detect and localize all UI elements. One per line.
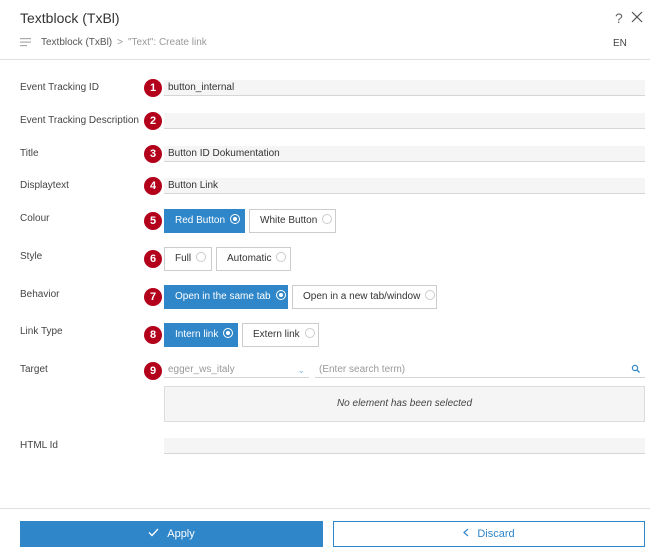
- event-tracking-description-input[interactable]: [164, 113, 645, 129]
- option-label: Full: [175, 253, 192, 264]
- radio-selected-icon: [223, 328, 234, 339]
- html-id-input[interactable]: [164, 438, 645, 454]
- check-icon: [148, 528, 159, 537]
- option-label: Automatic: [227, 253, 272, 264]
- menu-icon: [20, 38, 31, 47]
- title-label: Title: [20, 148, 39, 159]
- target-site-value: egger_ws_italy: [168, 364, 235, 375]
- target-site-select[interactable]: egger_ws_italy ⌄: [164, 362, 309, 378]
- step-badge-2: 2: [144, 112, 162, 130]
- displaytext-label: Displaytext: [20, 180, 69, 191]
- event-tracking-id-input[interactable]: button_internal: [164, 80, 645, 96]
- radio-selected-icon: [275, 290, 286, 301]
- chevron-left-icon: [463, 528, 469, 537]
- step-badge-9: 9: [144, 362, 162, 380]
- discard-label: Discard: [477, 528, 515, 540]
- chevron-down-icon: ⌄: [297, 365, 305, 375]
- target-empty-state: No element has been selected: [164, 386, 645, 422]
- search-placeholder: (Enter search term): [319, 364, 406, 375]
- step-badge-1: 1: [144, 79, 162, 97]
- radio-unselected-icon: [304, 328, 315, 339]
- option-label: Intern link: [175, 329, 219, 340]
- breadcrumb-separator: >: [117, 37, 123, 48]
- option-label: Red Button: [175, 215, 226, 226]
- step-badge-3: 3: [144, 145, 162, 163]
- behavior-option-same-tab[interactable]: Open in the same tab: [164, 285, 288, 309]
- step-badge-4: 4: [144, 177, 162, 195]
- close-icon[interactable]: [630, 10, 644, 24]
- event-tracking-id-label: Event Tracking ID: [20, 82, 99, 93]
- link-type-option-intern[interactable]: Intern link: [164, 323, 238, 347]
- apply-button[interactable]: Apply: [20, 521, 323, 547]
- option-label: White Button: [260, 215, 318, 226]
- step-badge-8: 8: [144, 326, 162, 344]
- step-badge-5: 5: [144, 212, 162, 230]
- option-label: Extern link: [253, 329, 300, 340]
- step-badge-7: 7: [144, 288, 162, 306]
- search-icon[interactable]: [631, 362, 641, 376]
- html-id-label: HTML Id: [20, 440, 58, 451]
- option-label: Open in the same tab: [175, 291, 271, 302]
- colour-label: Colour: [20, 213, 50, 224]
- target-label: Target: [20, 364, 48, 375]
- dialog-title: Textblock (TxBl): [20, 10, 120, 26]
- discard-button[interactable]: Discard: [333, 521, 645, 547]
- link-type-option-extern[interactable]: Extern link: [242, 323, 319, 347]
- breadcrumb-current: "Text": Create link: [127, 37, 207, 48]
- apply-label: Apply: [167, 528, 195, 540]
- title-input[interactable]: Button ID Dokumentation: [164, 146, 645, 162]
- colour-option-red-button[interactable]: Red Button: [164, 209, 245, 233]
- dialog-footer: Apply Discard: [0, 508, 650, 552]
- language-selector[interactable]: EN: [613, 38, 627, 49]
- behavior-option-new-tab[interactable]: Open in a new tab/window: [292, 285, 437, 309]
- radio-unselected-icon: [425, 290, 436, 301]
- colour-option-white-button[interactable]: White Button: [249, 209, 336, 233]
- breadcrumb: Textblock (TxBl) > "Text": Create link: [20, 37, 207, 48]
- step-badge-6: 6: [144, 250, 162, 268]
- radio-unselected-icon: [276, 252, 287, 263]
- help-icon[interactable]: ?: [615, 10, 623, 26]
- target-search-input[interactable]: (Enter search term): [315, 362, 645, 378]
- style-option-full[interactable]: Full: [164, 247, 212, 271]
- displaytext-input[interactable]: Button Link: [164, 178, 645, 194]
- radio-unselected-icon: [196, 252, 207, 263]
- radio-unselected-icon: [322, 214, 333, 225]
- option-label: Open in a new tab/window: [303, 291, 421, 302]
- behavior-label: Behavior: [20, 289, 60, 300]
- dialog-header: Textblock (TxBl) ? Textblock (TxBl) > "T…: [0, 0, 650, 60]
- breadcrumb-root[interactable]: Textblock (TxBl): [41, 37, 112, 48]
- event-tracking-description-label: Event Tracking Description: [20, 115, 139, 126]
- style-option-automatic[interactable]: Automatic: [216, 247, 291, 271]
- style-label: Style: [20, 251, 43, 262]
- radio-selected-icon: [230, 214, 241, 225]
- link-type-label: Link Type: [20, 326, 63, 337]
